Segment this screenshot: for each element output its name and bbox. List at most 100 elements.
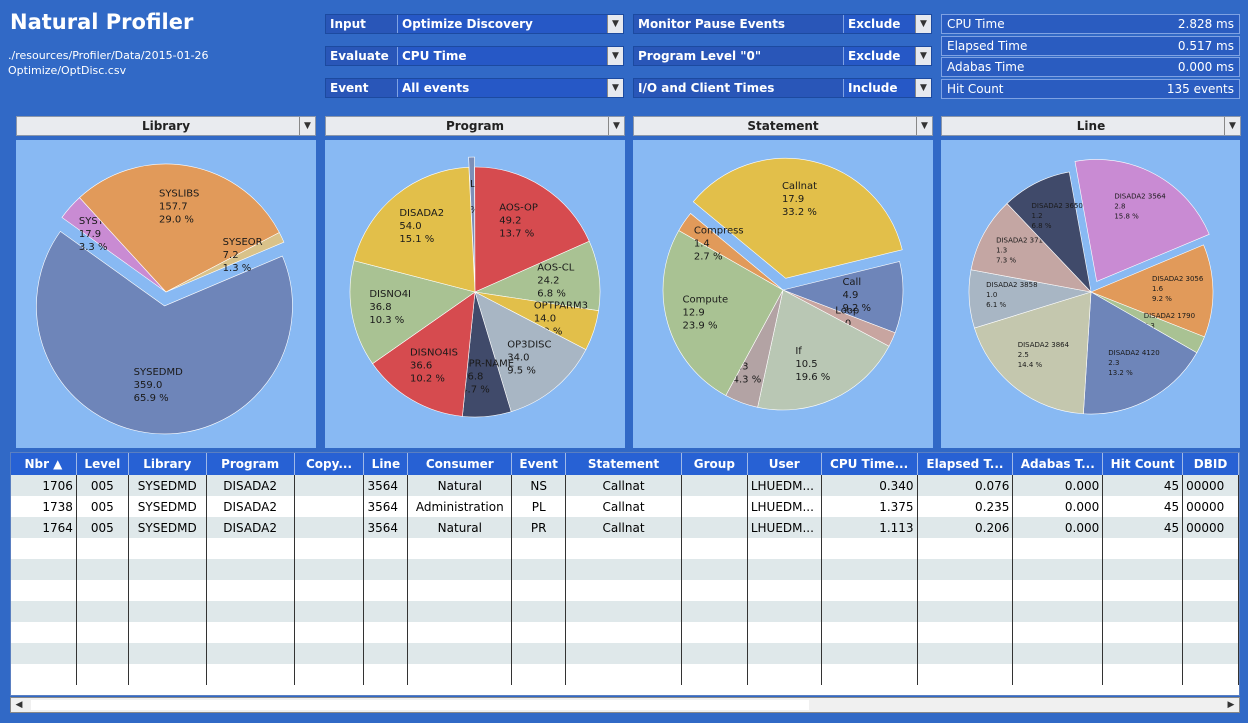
column-header[interactable]: Group bbox=[682, 453, 748, 475]
column-header[interactable]: Program bbox=[207, 453, 295, 475]
column-header[interactable]: DBID bbox=[1183, 453, 1239, 475]
table-cell bbox=[295, 496, 365, 517]
panel-title: Statement bbox=[747, 119, 819, 133]
chevron-down-icon[interactable]: ▼ bbox=[915, 47, 931, 65]
stat-elapsed-time: Elapsed Time 0.517 ms bbox=[941, 36, 1240, 56]
chevron-down-icon[interactable]: ▼ bbox=[916, 117, 932, 135]
table-cell bbox=[77, 559, 129, 580]
column-header[interactable]: Event bbox=[512, 453, 567, 475]
table-cell bbox=[1103, 580, 1184, 601]
horizontal-scrollbar[interactable]: ◀ ▶ bbox=[10, 697, 1240, 713]
table-cell bbox=[822, 643, 918, 664]
statement-pie-chart[interactable]: Callnat17.933.2 %Call4.99.2 %Loop1.02.0 … bbox=[633, 140, 933, 448]
table-cell bbox=[1183, 538, 1239, 559]
table-cell bbox=[1183, 580, 1239, 601]
table-row[interactable] bbox=[11, 643, 1239, 664]
column-header[interactable]: Consumer bbox=[408, 453, 513, 475]
program-selector[interactable]: Program ▼ bbox=[325, 116, 625, 136]
column-header[interactable]: Library bbox=[129, 453, 207, 475]
evaluate-value: CPU Time bbox=[398, 47, 607, 65]
column-header[interactable]: Statement bbox=[566, 453, 682, 475]
slice-label: DISADA2 3864 bbox=[1018, 341, 1070, 349]
program-level-label: Program Level "0" bbox=[634, 47, 844, 65]
slice-label: SYSLIBS bbox=[159, 188, 199, 199]
table-cell bbox=[1103, 559, 1184, 580]
table-cell bbox=[748, 538, 822, 559]
table-row[interactable] bbox=[11, 538, 1239, 559]
table-cell bbox=[364, 622, 409, 643]
library-selector[interactable]: Library ▼ bbox=[16, 116, 316, 136]
evaluate-select[interactable]: Evaluate CPU Time ▼ bbox=[325, 46, 624, 66]
slice-label: DISADA2 1790 bbox=[1144, 312, 1195, 320]
table-row[interactable] bbox=[11, 559, 1239, 580]
table-row[interactable] bbox=[11, 622, 1239, 643]
io-client-select[interactable]: I/O and Client Times Include ▼ bbox=[633, 78, 932, 98]
column-header[interactable]: Hit Count bbox=[1103, 453, 1184, 475]
table-cell bbox=[207, 538, 295, 559]
scroll-thumb[interactable] bbox=[31, 700, 809, 710]
chevron-down-icon[interactable]: ▼ bbox=[607, 79, 623, 97]
table-cell bbox=[748, 601, 822, 622]
stat-adabas-time: Adabas Time 0.000 ms bbox=[941, 57, 1240, 77]
table-row[interactable]: 1706 005 SYSEDMD DISADA2 3564 Natural NS Callna… bbox=[11, 475, 1239, 496]
table-cell bbox=[364, 643, 409, 664]
chevron-down-icon[interactable]: ▼ bbox=[1224, 117, 1240, 135]
table-row[interactable]: 1764 005 SYSEDMD DISADA2 3564 Natural PR Callna… bbox=[11, 517, 1239, 538]
chevron-down-icon[interactable]: ▼ bbox=[607, 47, 623, 65]
line-pie-chart[interactable]: DISADA2 3564 2.8 15.8 % DISADA2 3056 1.6 9.2 … bbox=[941, 140, 1240, 448]
slice-label: 2.7 % bbox=[694, 252, 723, 263]
table-row[interactable]: 1738 005 SYSEDMD DISADA2 3564 Administration P… bbox=[11, 496, 1239, 517]
slice-label: 17.9 bbox=[79, 229, 101, 240]
column-header[interactable]: Level bbox=[77, 453, 129, 475]
chevron-down-icon[interactable]: ▼ bbox=[299, 117, 315, 135]
table-cell bbox=[11, 622, 77, 643]
table-row[interactable] bbox=[11, 664, 1239, 685]
chevron-down-icon[interactable]: ▼ bbox=[915, 79, 931, 97]
chevron-down-icon[interactable]: ▼ bbox=[608, 117, 624, 135]
table-cell bbox=[1103, 601, 1184, 622]
table-cell bbox=[682, 580, 748, 601]
stat-label: Adabas Time bbox=[947, 60, 1025, 74]
slice-label: DISADA2 4120 bbox=[1108, 349, 1159, 357]
slice-label: Loop bbox=[835, 306, 859, 317]
chevron-down-icon[interactable]: ▼ bbox=[915, 15, 931, 33]
arrow-right-icon[interactable]: ▶ bbox=[1223, 698, 1239, 712]
column-header[interactable]: Nbr ▲ bbox=[11, 453, 77, 475]
slice-label: 33.2 % bbox=[782, 207, 817, 218]
library-pie-chart[interactable]: SYSEDMD359.065.9 %SYSTEM17.93.3 %SYSLIBS… bbox=[16, 140, 316, 448]
table-cell bbox=[295, 622, 365, 643]
column-header[interactable]: CPU Time... bbox=[822, 453, 918, 475]
column-header[interactable]: Elapsed T... bbox=[918, 453, 1014, 475]
slice-label: 15.8 % bbox=[1114, 213, 1139, 221]
table-cell bbox=[77, 664, 129, 685]
program-chart-panel: CALLNOPS2.00.6 %AOS-OP49.213.7 %AOS-CL24… bbox=[325, 140, 625, 448]
table-cell bbox=[295, 601, 365, 622]
table-row[interactable] bbox=[11, 601, 1239, 622]
table-cell bbox=[77, 643, 129, 664]
input-select[interactable]: Input Optimize Discovery ▼ bbox=[325, 14, 624, 34]
slice-label: DISADA2 3564 bbox=[1114, 193, 1166, 201]
program-level-select[interactable]: Program Level "0" Exclude ▼ bbox=[633, 46, 932, 66]
line-selector[interactable]: Line ▼ bbox=[941, 116, 1241, 136]
event-select[interactable]: Event All events ▼ bbox=[325, 78, 624, 98]
table-row[interactable] bbox=[11, 580, 1239, 601]
io-client-value: Include bbox=[844, 79, 915, 97]
table-cell bbox=[408, 559, 513, 580]
column-header[interactable]: Line bbox=[364, 453, 409, 475]
statement-selector[interactable]: Statement ▼ bbox=[633, 116, 933, 136]
column-header[interactable]: User bbox=[748, 453, 822, 475]
table-cell bbox=[748, 622, 822, 643]
table-cell bbox=[295, 475, 365, 496]
table-cell: LHUEDM... bbox=[748, 496, 822, 517]
table-cell bbox=[822, 559, 918, 580]
table-cell bbox=[682, 664, 748, 685]
arrow-left-icon[interactable]: ◀ bbox=[11, 698, 27, 712]
table-cell bbox=[682, 622, 748, 643]
table-cell bbox=[295, 580, 365, 601]
column-header[interactable]: Copy... bbox=[295, 453, 365, 475]
chevron-down-icon[interactable]: ▼ bbox=[607, 15, 623, 33]
program-pie-chart[interactable]: CALLNOPS2.00.6 %AOS-OP49.213.7 %AOS-CL24… bbox=[325, 140, 625, 448]
monitor-pause-select[interactable]: Monitor Pause Events Exclude ▼ bbox=[633, 14, 932, 34]
slice-label: 1.4 bbox=[694, 239, 710, 250]
column-header[interactable]: Adabas T... bbox=[1013, 453, 1104, 475]
